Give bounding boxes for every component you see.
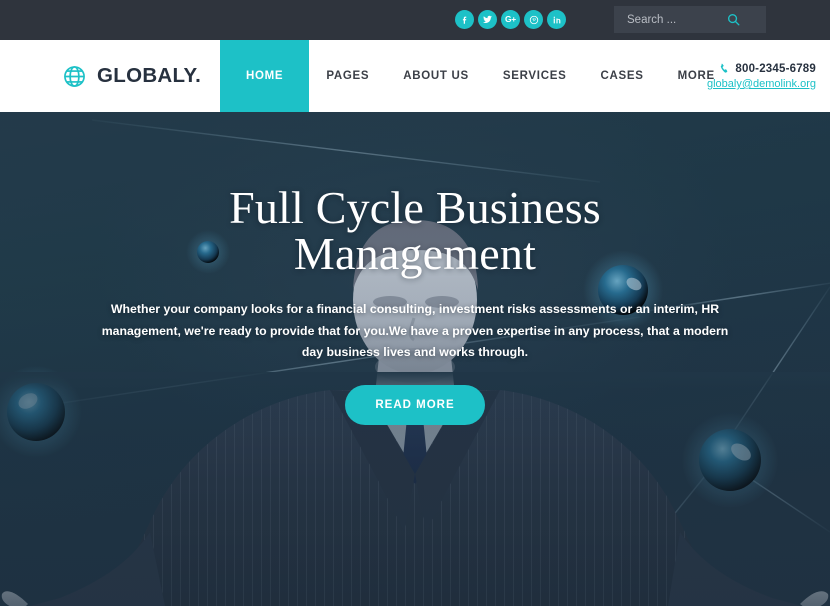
search-icon[interactable] (726, 12, 741, 27)
hero-section: Full Cycle Business Management Whether y… (0, 112, 830, 606)
nav-item-services[interactable]: SERVICES (486, 40, 584, 112)
logo-text: GLOBALY. (97, 64, 202, 87)
hero-paragraph: Whether your company looks for a financi… (101, 302, 729, 360)
hero-title: Full Cycle Business Management (95, 185, 735, 277)
header-contact: 800-2345-6789 globaly@demolink.org (707, 40, 816, 112)
pinterest-icon[interactable] (524, 10, 543, 29)
nav-label: SERVICES (502, 70, 567, 82)
google-plus-icon[interactable]: G+ (501, 10, 520, 29)
social-links: G+ (455, 10, 566, 29)
main-navigation: HOME PAGES ABOUT US SERVICES CASES MORE (220, 40, 732, 112)
hero-title-line-1: Full Cycle Business (229, 182, 601, 233)
nav-label: ABOUT US (403, 70, 469, 82)
hero-title-line-2: Management (293, 228, 537, 279)
phone-number: 800-2345-6789 (735, 62, 816, 75)
page-root: G+ Search ... GLOBALY. HOME PAGES ABOUT … (0, 0, 830, 606)
nav-label: HOME (246, 70, 284, 82)
email-link[interactable]: globaly@demolink.org (707, 78, 816, 90)
nav-item-about-us[interactable]: ABOUT US (386, 40, 486, 112)
twitter-icon[interactable] (478, 10, 497, 29)
globe-icon (62, 64, 87, 89)
hero-content: Full Cycle Business Management Whether y… (0, 112, 830, 606)
read-more-button[interactable]: READ MORE (345, 384, 485, 425)
nav-label: PAGES (326, 70, 370, 82)
phone-row[interactable]: 800-2345-6789 (718, 62, 816, 75)
search-input[interactable] (614, 6, 724, 33)
nav-item-pages[interactable]: PAGES (309, 40, 386, 112)
facebook-icon[interactable] (455, 10, 474, 29)
top-bar: G+ (0, 0, 830, 40)
phone-icon (718, 62, 731, 75)
nav-label: CASES (600, 70, 644, 82)
logo[interactable]: GLOBALY. (62, 40, 201, 112)
linkedin-icon[interactable] (547, 10, 566, 29)
nav-item-cases[interactable]: CASES (583, 40, 660, 112)
nav-item-home[interactable]: HOME (220, 40, 310, 112)
search-box[interactable] (614, 6, 766, 33)
site-header: GLOBALY. HOME PAGES ABOUT US SERVICES CA… (0, 40, 830, 112)
